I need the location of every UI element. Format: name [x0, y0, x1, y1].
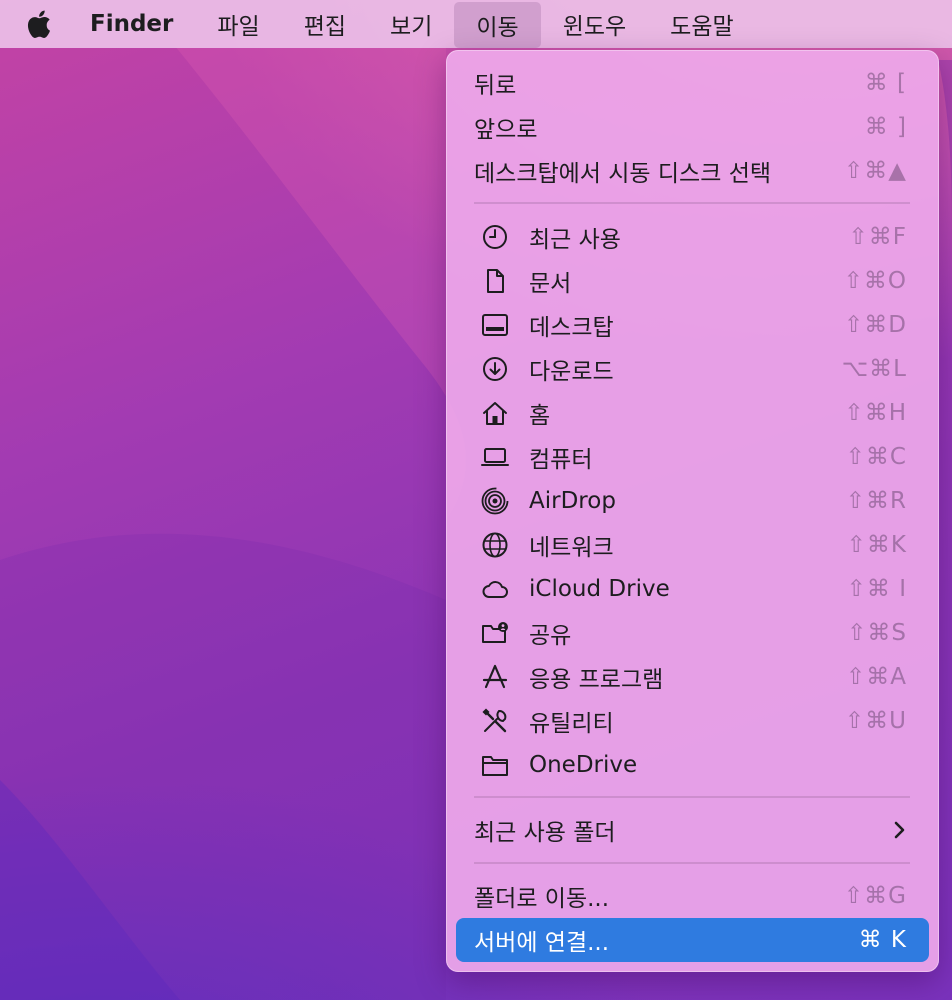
menu-item-label: 데스크탑에서 시동 디스크 선택 [474, 161, 772, 187]
menu-item-documents[interactable]: 문서 ⇧⌘O [456, 260, 929, 302]
menu-item-shortcut: ⇧⌘K [846, 532, 907, 558]
menu-item-onedrive[interactable]: OneDrive [456, 744, 929, 786]
menu-item-shortcut: ⌘ K [858, 927, 907, 953]
desktop-icon [480, 311, 510, 339]
app-name-menu[interactable]: Finder [70, 0, 195, 48]
menu-item-label: 유틸리티 [529, 711, 614, 737]
utilities-icon [480, 707, 510, 735]
menu-item-shortcut: ⇧⌘F [848, 224, 907, 250]
menu-item-recents[interactable]: 최근 사용 ⇧⌘F [456, 216, 929, 258]
menu-separator [474, 202, 910, 204]
shared-folder-icon [480, 619, 510, 647]
cloud-icon [480, 575, 510, 603]
menu-item-label: AirDrop [529, 488, 616, 514]
menu-separator [474, 796, 910, 798]
chevron-right-icon [894, 821, 905, 839]
menu-item-shortcut: ⇧⌘H [844, 400, 907, 426]
menu-item-shortcut: ⇧⌘D [844, 312, 907, 338]
menu-item-utilities[interactable]: 유틸리티 ⇧⌘U [456, 700, 929, 742]
menu-item-label: 뒤로 [474, 73, 517, 99]
menu-item-connect-to-server[interactable]: 서버에 연결... ⌘ K [456, 918, 929, 962]
menu-item-shortcut: ⇧⌘O [843, 268, 907, 294]
laptop-icon [480, 443, 510, 471]
menu-item-forward[interactable]: 앞으로 ⌘ ] [456, 106, 929, 148]
menu-item-applications[interactable]: 응용 프로그램 ⇧⌘A [456, 656, 929, 698]
menu-item-label: 응용 프로그램 [529, 667, 664, 693]
menu-item-label: 컴퓨터 [529, 447, 593, 473]
menu-item-label: 공유 [529, 623, 572, 649]
menu-item-shortcut: ⇧⌘C [845, 444, 907, 470]
apple-logo-icon [27, 10, 51, 38]
menu-item-airdrop[interactable]: AirDrop ⇧⌘R [456, 480, 929, 522]
menu-item-shortcut: ⇧⌘A [845, 664, 907, 690]
menu-item-shortcut: ⇧⌘ I [846, 576, 907, 602]
menu-item-shortcut: ⌘ ] [864, 114, 907, 140]
menu-item-home[interactable]: 홈 ⇧⌘H [456, 392, 929, 434]
menu-file[interactable]: 파일 [195, 0, 281, 48]
menu-item-recent-folders[interactable]: 최근 사용 폴더 [456, 809, 929, 851]
airdrop-icon [480, 487, 510, 515]
menu-view[interactable]: 보기 [368, 0, 454, 48]
menu-item-back[interactable]: 뒤로 ⌘ [ [456, 62, 929, 104]
document-icon [480, 267, 510, 295]
download-icon [480, 355, 510, 383]
menu-window[interactable]: 윈도우 [541, 0, 648, 48]
menu-item-label: 홈 [529, 403, 551, 429]
menu-item-shortcut: ⇧⌘G [843, 883, 907, 909]
menu-item-label: 데스크탑 [529, 315, 614, 341]
applications-icon [480, 663, 510, 691]
menu-edit[interactable]: 편집 [282, 0, 368, 48]
menu-item-shortcut: ⌥⌘L [841, 356, 907, 382]
menu-item-shortcut: ⇧⌘U [844, 708, 907, 734]
menu-item-shortcut: ⇧⌘R [845, 488, 907, 514]
menu-separator [474, 862, 910, 864]
menu-item-go-to-folder[interactable]: 폴더로 이동... ⇧⌘G [456, 875, 929, 917]
menu-item-label: 최근 사용 [529, 227, 621, 253]
menu-item-shared[interactable]: 공유 ⇧⌘S [456, 612, 929, 654]
menu-item-computer[interactable]: 컴퓨터 ⇧⌘C [456, 436, 929, 478]
menu-go[interactable]: 이동 [454, 1, 541, 48]
menu-item-label: 문서 [529, 271, 572, 297]
menu-item-desktop[interactable]: 데스크탑 ⇧⌘D [456, 304, 929, 346]
menu-item-shortcut: ⇧⌘▲ [844, 158, 907, 184]
menu-item-label: 다운로드 [529, 359, 614, 385]
menu-item-label: 앞으로 [474, 117, 538, 143]
apple-menu-icon[interactable] [0, 0, 70, 48]
go-menu-dropdown: 뒤로 ⌘ [ 앞으로 ⌘ ] 데스크탑에서 시동 디스크 선택 ⇧⌘▲ 최근 사… [446, 50, 939, 972]
menu-item-network[interactable]: 네트워크 ⇧⌘K [456, 524, 929, 566]
menu-item-shortcut: ⌘ [ [864, 70, 907, 96]
globe-icon [480, 531, 510, 559]
menu-bar: Finder 파일 편집 보기 이동 윈도우 도움말 [0, 0, 952, 48]
menu-item-label: iCloud Drive [529, 576, 670, 602]
menu-help[interactable]: 도움말 [648, 0, 755, 48]
home-icon [480, 399, 510, 427]
menu-item-icloud-drive[interactable]: iCloud Drive ⇧⌘ I [456, 568, 929, 610]
menu-item-label: OneDrive [529, 752, 638, 778]
menu-item-label: 서버에 연결... [474, 930, 610, 956]
menu-item-label: 폴더로 이동... [474, 886, 610, 912]
folder-icon [480, 751, 510, 779]
menu-item-downloads[interactable]: 다운로드 ⌥⌘L [456, 348, 929, 390]
clock-icon [480, 223, 510, 251]
menu-item-label: 네트워크 [529, 535, 614, 561]
menu-item-shortcut: ⇧⌘S [847, 620, 907, 646]
menu-item-startup-disk[interactable]: 데스크탑에서 시동 디스크 선택 ⇧⌘▲ [456, 150, 929, 192]
menu-item-label: 최근 사용 폴더 [474, 820, 616, 846]
